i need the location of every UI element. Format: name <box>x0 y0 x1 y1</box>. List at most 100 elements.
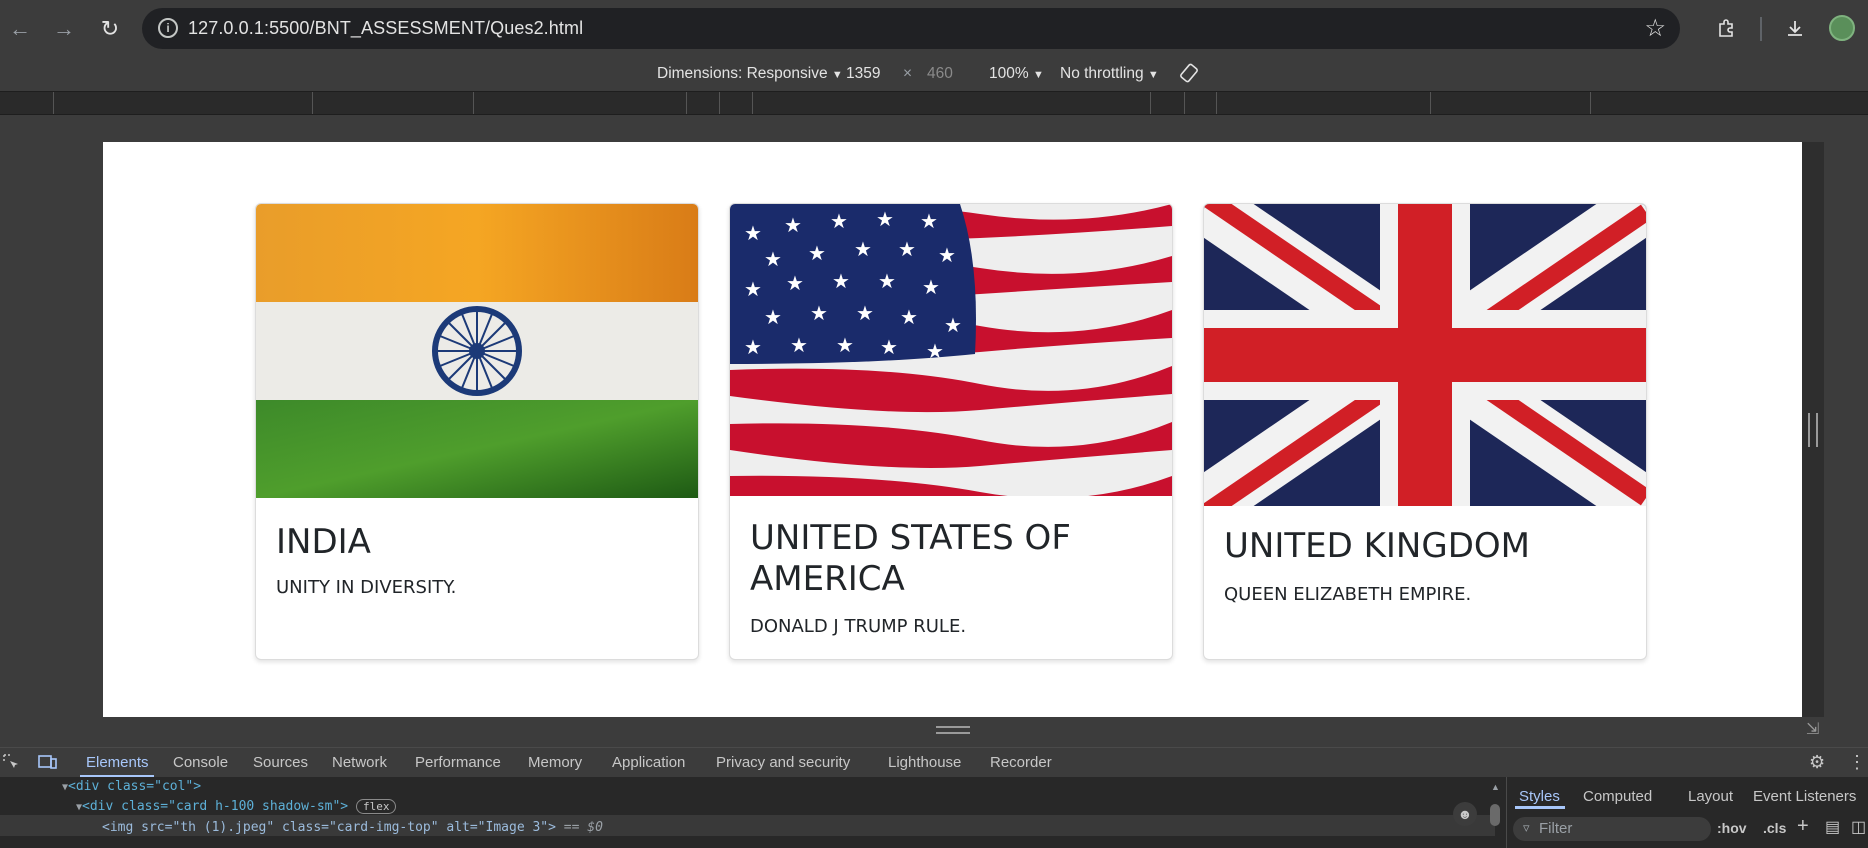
dimensions-label: Dimensions: Responsive <box>657 65 828 82</box>
device-toolbar: Dimensions: Responsive ▼ 1359 × 460 100%… <box>0 57 1868 91</box>
tab-styles[interactable]: Styles <box>1519 788 1560 805</box>
dollar-zero-marker: == $0 <box>563 820 603 835</box>
profile-avatar[interactable] <box>1829 15 1855 41</box>
dimensions-dropdown[interactable]: Dimensions: Responsive ▼ <box>657 65 843 83</box>
styles-filter-input[interactable]: ▿ Filter <box>1513 817 1711 841</box>
extensions-icon[interactable] <box>1711 12 1743 44</box>
tab-performance[interactable]: Performance <box>415 754 501 771</box>
back-arrow-icon[interactable]: ← <box>5 14 35 44</box>
styles-pane: Styles Computed Layout Event Listeners ▿… <box>1506 777 1868 848</box>
dom-tag-text: <img src="th (1).jpeg" class="card-img-t… <box>102 820 556 835</box>
url-text[interactable]: 127.0.0.1:5500/BNT_ASSESSMENT/Ques2.html <box>188 18 583 39</box>
forward-arrow-icon[interactable]: → <box>49 14 79 44</box>
card-text: DONALD J TRUMP RULE. <box>750 616 967 637</box>
country-card-india: INDIA UNITY IN DIVERSITY. <box>255 203 699 660</box>
browser-toolbar: ← → ↻ i 127.0.0.1:5500/BNT_ASSESSMENT/Qu… <box>0 0 1868 57</box>
throttling-value: No throttling <box>1060 65 1144 82</box>
svg-text:★: ★ <box>744 277 762 301</box>
dom-tag-text: <div class="card h-100 shadow-sm"> <box>82 799 349 814</box>
reload-icon[interactable]: ↻ <box>95 14 125 44</box>
dom-tag-text: <div class="col"> <box>68 779 202 794</box>
india-flag-image <box>256 204 698 498</box>
toolbar-divider <box>1760 17 1762 41</box>
bookmark-star-icon[interactable]: ☆ <box>1644 14 1666 43</box>
devtools-tabbar: Elements Console Sources Network Perform… <box>0 747 1868 778</box>
paint-roller-icon[interactable]: ▤ <box>1825 817 1840 837</box>
dom-line-col[interactable]: ▼<div class="col"> <box>62 779 201 794</box>
resize-handle-right[interactable] <box>1808 413 1818 447</box>
chevron-down-icon: ▼ <box>831 69 843 81</box>
svg-text:★: ★ <box>784 213 802 237</box>
country-card-uk: UNITED KINGDOM QUEEN ELIZABETH EMPIRE. <box>1203 203 1647 660</box>
card-title: UNITED STATES OF AMERICA <box>750 518 1071 599</box>
svg-text:★: ★ <box>878 269 896 293</box>
cls-toggle[interactable]: .cls <box>1763 820 1786 836</box>
svg-text:★: ★ <box>922 275 940 299</box>
svg-text:★: ★ <box>920 209 938 233</box>
svg-text:★: ★ <box>832 269 850 293</box>
tab-application[interactable]: Application <box>612 754 685 771</box>
address-bar[interactable]: i 127.0.0.1:5500/BNT_ASSESSMENT/Ques2.ht… <box>142 8 1680 49</box>
tab-memory[interactable]: Memory <box>528 754 582 771</box>
settings-gear-icon[interactable]: ⚙ <box>1809 752 1825 773</box>
tab-computed[interactable]: Computed <box>1583 788 1652 805</box>
svg-text:★: ★ <box>876 207 894 231</box>
svg-text:★: ★ <box>944 313 962 337</box>
uk-flag-image <box>1204 204 1646 506</box>
svg-text:★: ★ <box>808 241 826 265</box>
flex-badge[interactable]: flex <box>355 799 397 814</box>
width-input[interactable]: 1359 <box>846 65 880 83</box>
tab-network[interactable]: Network <box>332 754 387 771</box>
svg-text:★: ★ <box>744 221 762 245</box>
svg-text:★: ★ <box>744 335 762 359</box>
filter-placeholder: Filter <box>1539 820 1573 837</box>
download-icon[interactable] <box>1779 12 1811 44</box>
site-info-icon[interactable]: i <box>158 18 178 38</box>
device-toggle-icon[interactable] <box>38 753 58 775</box>
computed-sidebar-icon[interactable]: ◫ <box>1851 817 1866 837</box>
resize-corner-icon[interactable]: ⇲ <box>1806 722 1822 738</box>
tab-privacy-security[interactable]: Privacy and security <box>716 754 850 771</box>
svg-text:★: ★ <box>900 305 918 329</box>
tab-layout[interactable]: Layout <box>1688 788 1733 805</box>
usa-flag-image: ★ ★ ★ ★ ★ ★ ★ ★ ★ ★ ★ ★ ★ ★ ★ ★ ★ ★ ★ ★ ★ ★ ★ ★ ★ <box>730 204 1172 496</box>
height-input[interactable]: 460 <box>927 65 953 83</box>
tab-elements[interactable]: Elements <box>86 754 149 771</box>
svg-text:★: ★ <box>854 237 872 261</box>
resize-handle-bottom[interactable] <box>936 726 970 734</box>
svg-text:★: ★ <box>938 243 956 267</box>
panel-scrollbar[interactable]: ▲ <box>1490 782 1500 844</box>
tab-lighthouse[interactable]: Lighthouse <box>888 754 961 771</box>
scroll-up-icon[interactable]: ▲ <box>1491 782 1500 792</box>
more-options-icon[interactable]: ⋮ <box>1848 752 1866 773</box>
zoom-dropdown[interactable]: 100% ▼ <box>989 65 1044 83</box>
tab-sources[interactable]: Sources <box>253 754 308 771</box>
svg-text:★: ★ <box>898 237 916 261</box>
add-rule-icon[interactable]: + <box>1797 815 1809 838</box>
tab-event-listeners[interactable]: Event Listeners <box>1753 788 1856 805</box>
styles-tab-underline <box>1515 806 1565 809</box>
tab-console[interactable]: Console <box>173 754 228 771</box>
dom-line-img[interactable]: <img src="th (1).jpeg" class="card-img-t… <box>102 820 603 835</box>
svg-text:★: ★ <box>810 301 828 325</box>
chevron-down-icon: ▼ <box>1032 69 1044 81</box>
svg-text:★: ★ <box>764 305 782 329</box>
dom-line-card[interactable]: ▼<div class="card h-100 shadow-sm"> flex <box>76 799 397 814</box>
times-icon: × <box>903 65 913 82</box>
svg-text:★: ★ <box>880 335 898 359</box>
country-card-usa: ★ ★ ★ ★ ★ ★ ★ ★ ★ ★ ★ ★ ★ ★ ★ ★ ★ ★ ★ ★ ★ ★ ★ ★ ★ UNITED STA… <box>729 203 1173 660</box>
throttling-dropdown[interactable]: No throttling ▼ <box>1060 65 1159 83</box>
page-viewport: INDIA UNITY IN DIVERSITY. ★ ★ ★ ★ ★ ★ ★ ★ ★ ★ <box>103 142 1802 717</box>
chevron-down-icon: ▼ <box>1147 69 1159 81</box>
media-query-ruler[interactable] <box>0 91 1868 115</box>
card-title: UNITED KINGDOM <box>1224 526 1530 566</box>
svg-text:★: ★ <box>790 333 808 357</box>
hov-toggle[interactable]: :hov <box>1717 820 1747 836</box>
tab-recorder[interactable]: Recorder <box>990 754 1052 771</box>
filter-funnel-icon: ▿ <box>1523 820 1530 835</box>
inspect-element-icon[interactable] <box>2 753 20 775</box>
rotate-icon[interactable] <box>1178 62 1200 89</box>
accessibility-icon[interactable]: ☻ <box>1453 802 1477 826</box>
scrollbar-thumb[interactable] <box>1490 804 1500 826</box>
card-text: UNITY IN DIVERSITY. <box>276 577 457 598</box>
